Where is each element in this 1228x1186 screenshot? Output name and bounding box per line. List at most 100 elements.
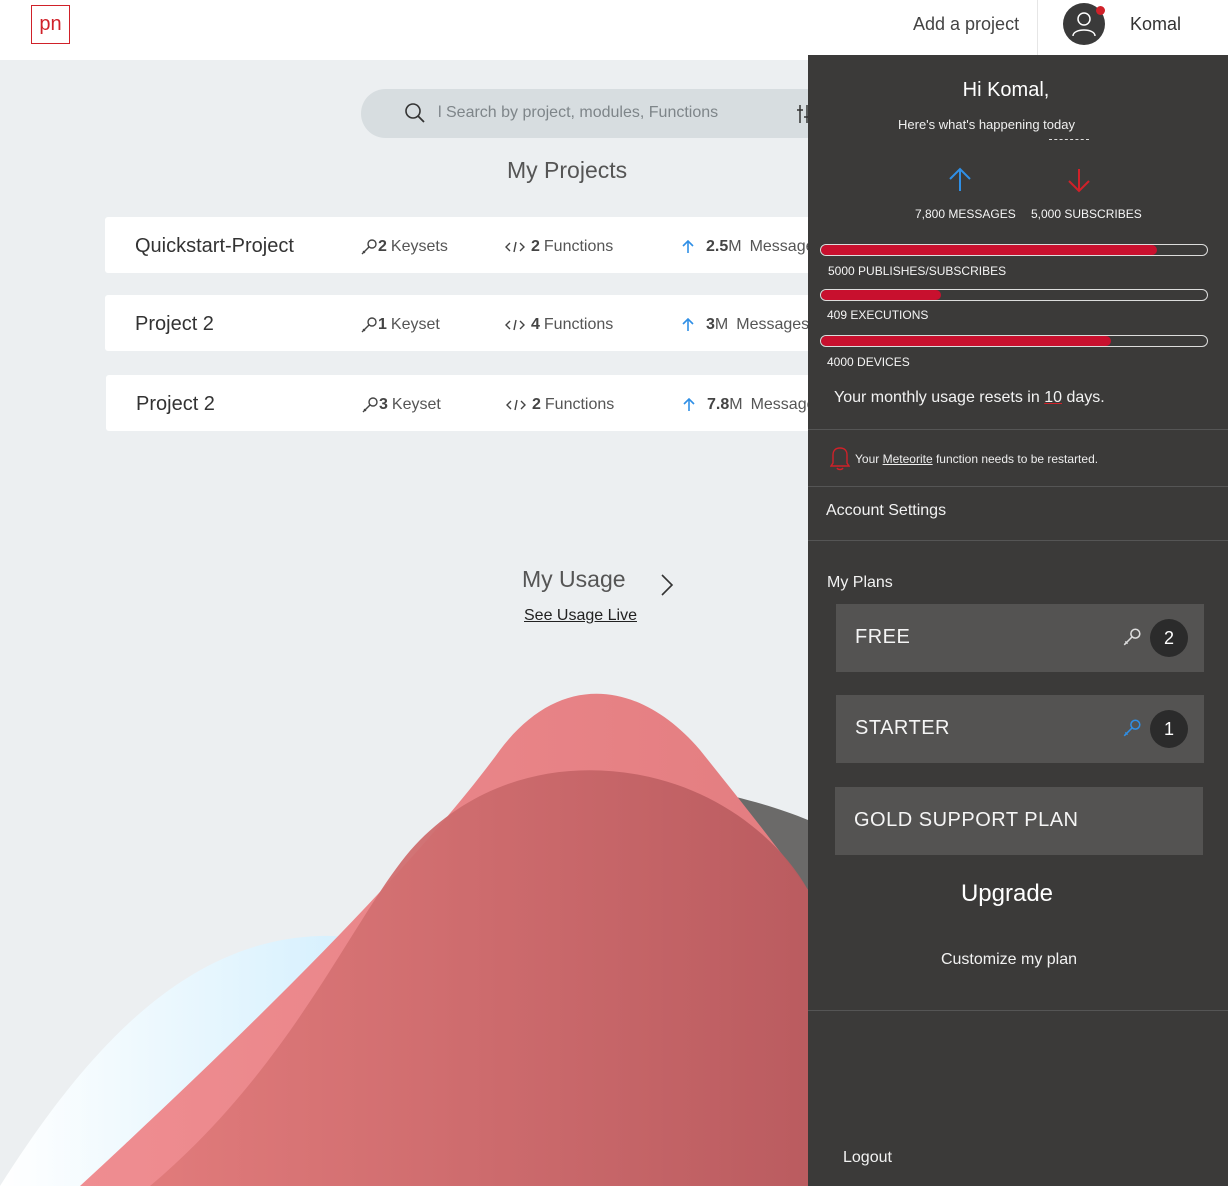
- search-icon: [405, 103, 425, 123]
- arrow-up-icon: [682, 240, 694, 253]
- usage-bar-fill: [821, 290, 941, 300]
- divider: [808, 429, 1228, 430]
- plan-key-count-badge: 1: [1150, 710, 1188, 748]
- search-bar: [361, 89, 831, 138]
- page-title: My Projects: [507, 157, 628, 183]
- messages-label: Messages: [736, 316, 810, 333]
- account-panel: Hi Komal, Here's what's happening today …: [808, 55, 1228, 1186]
- arrow-up-icon: [682, 318, 694, 331]
- notice-suffix: function needs to be restarted.: [935, 452, 1099, 466]
- functions-count: 2: [532, 396, 541, 413]
- messages-count: 3: [706, 316, 715, 333]
- usage-bar-label: 409 EXECUTIONS: [827, 308, 929, 322]
- project-keysets: 1 Keyset: [360, 316, 440, 334]
- project-functions: 4 Functions: [505, 316, 613, 334]
- keysets-label: Keysets: [390, 238, 448, 255]
- project-row[interactable]: Quickstart-Project 2 Keysets 2 Functions 2…: [105, 217, 865, 273]
- plan-starter[interactable]: STARTER 1: [836, 695, 1204, 763]
- messages-unit: M: [714, 316, 729, 333]
- key-icon: [361, 239, 377, 255]
- usage-reset-text: Your monthly usage resets in 10 days.: [834, 389, 1105, 407]
- account-settings-link[interactable]: Account Settings: [826, 502, 946, 520]
- usage-graphic: [0, 693, 808, 1186]
- add-project-button[interactable]: Add a project: [913, 14, 1019, 35]
- usage-title: My Usage: [522, 566, 626, 592]
- plan-free[interactable]: FREE 2: [836, 604, 1204, 672]
- plan-gold-support[interactable]: GOLD SUPPORT PLAN: [835, 787, 1203, 855]
- functions-label: Functions: [544, 396, 615, 413]
- project-row[interactable]: Project 2 3 Keyset 2 Functions 7.8 M Message…: [106, 375, 866, 431]
- messages-unit: M: [728, 238, 742, 255]
- key-icon: [1123, 719, 1141, 737]
- usage-bar-fill: [821, 336, 1111, 346]
- divider: [808, 486, 1228, 487]
- logout-button[interactable]: Logout: [843, 1149, 892, 1167]
- divider: [808, 540, 1228, 541]
- keysets-count: 3: [379, 396, 388, 413]
- functions-count: 4: [531, 316, 540, 333]
- project-functions: 2 Functions: [506, 396, 614, 414]
- reset-days: 10: [1044, 389, 1062, 406]
- see-usage-live-link[interactable]: See Usage Live: [524, 607, 637, 625]
- user-name[interactable]: Komal: [1130, 14, 1181, 35]
- project-row[interactable]: Project 2 1 Keyset 4 Functions 3 M Messages: [105, 295, 865, 351]
- restart-notice: Your Meteorite function needs to be rest…: [855, 452, 1098, 466]
- arrow-up-icon: [949, 167, 971, 191]
- code-icon: [505, 241, 525, 253]
- project-keysets: 2 Keysets: [360, 238, 448, 256]
- top-bar: pn Add a project Komal: [0, 0, 1228, 60]
- messages-count: 2.5: [706, 238, 729, 255]
- customize-plan-link[interactable]: Customize my plan: [808, 951, 1210, 969]
- functions-label: Functions: [543, 238, 614, 255]
- keysets-label: Keyset: [391, 396, 441, 413]
- keysets-count: 1: [378, 316, 387, 333]
- panel-subtitle: Here's what's happening today: [898, 117, 1075, 132]
- upgrade-button[interactable]: Upgrade: [808, 880, 1206, 908]
- divider: [1037, 0, 1038, 55]
- notification-dot: [1096, 6, 1105, 15]
- functions-count: 2: [531, 238, 540, 255]
- notice-prefix: Your: [855, 452, 880, 466]
- messages-count: 7.8: [707, 396, 730, 413]
- usage-bar: [820, 244, 1208, 256]
- greeting: Hi Komal,: [962, 79, 1050, 101]
- plan-name: STARTER: [855, 717, 950, 739]
- arrow-down-icon: [1068, 169, 1090, 193]
- usage-bar: [820, 289, 1208, 301]
- key-icon: [1123, 628, 1141, 646]
- key-icon: [361, 317, 377, 333]
- my-plans-heading: My Plans: [827, 574, 893, 591]
- search-input[interactable]: [438, 101, 758, 125]
- functions-label: Functions: [543, 316, 614, 333]
- usage-bar-label: 4000 DEVICES: [827, 355, 910, 369]
- subscribes-stat: 5,000 SUBSCRIBES: [1031, 207, 1142, 221]
- plan-name: GOLD SUPPORT PLAN: [854, 809, 1079, 831]
- divider: [808, 1010, 1228, 1011]
- user-icon: [1072, 12, 1096, 37]
- reset-suffix: days.: [1066, 389, 1105, 406]
- meteorite-link[interactable]: Meteorite: [883, 452, 933, 466]
- keysets-count: 2: [378, 238, 387, 255]
- key-icon: [362, 397, 378, 413]
- keysets-label: Keyset: [390, 316, 440, 333]
- project-keysets: 3 Keyset: [361, 396, 441, 414]
- project-messages: 3 M Messages: [682, 316, 809, 334]
- chevron-right-icon[interactable]: [660, 573, 674, 597]
- project-functions: 2 Functions: [505, 238, 613, 256]
- project-name[interactable]: Quickstart-Project: [135, 235, 294, 258]
- underline-decoration: [1049, 139, 1089, 140]
- usage-bar-label: 5000 PUBLISHES/SUBSCRIBES: [828, 264, 1007, 278]
- logo[interactable]: pn: [31, 5, 70, 44]
- messages-unit: M: [729, 396, 743, 413]
- project-messages: 7.8 M Messages: [683, 396, 824, 414]
- messages-stat: 7,800 MESSAGES: [915, 207, 1016, 221]
- code-icon: [506, 399, 526, 411]
- arrow-up-icon: [683, 398, 695, 411]
- plan-key-count-badge: 2: [1150, 619, 1188, 657]
- usage-bar: [820, 335, 1208, 347]
- code-icon: [505, 319, 525, 331]
- project-name[interactable]: Project 2: [135, 313, 214, 336]
- project-name[interactable]: Project 2: [136, 393, 215, 416]
- reset-prefix: Your monthly usage resets in: [834, 389, 1040, 406]
- usage-bar-fill: [821, 245, 1157, 255]
